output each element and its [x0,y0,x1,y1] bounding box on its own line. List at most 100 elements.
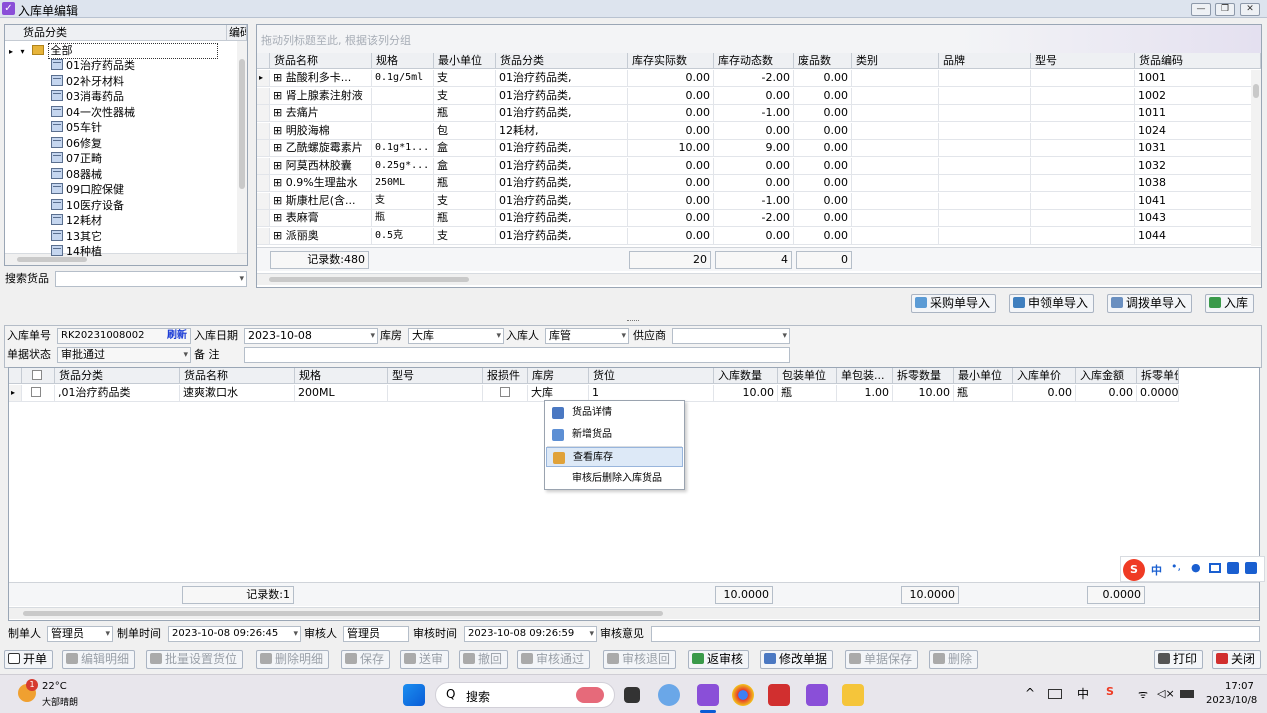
goods-cell[interactable] [939,87,1031,105]
submit-review-button[interactable]: 送审 [400,650,450,669]
tree-item[interactable]: 12耗材 [51,214,102,229]
goods-cell[interactable]: ⊞ 派丽奥 [270,227,372,245]
approve-button[interactable]: 审核通过 [517,650,591,669]
goods-cell[interactable]: ⊞ 乙酰螺旋霉素片 [270,140,372,157]
detail-cell[interactable]: 0.0000 [1137,385,1179,402]
goods-cell[interactable] [939,122,1031,140]
tree-hscroll[interactable] [5,253,247,265]
detail-column-header[interactable]: 拆零单价 [1137,368,1179,384]
goods-cell[interactable]: 支 [434,227,496,245]
goods-cell[interactable]: 01治疗药品类, [496,192,628,210]
goods-column-header[interactable]: 品牌 [939,53,1031,69]
goods-cell[interactable]: 盒 [434,140,496,157]
goods-row[interactable]: ⊞ 斯康杜尼(含... 支支 01治疗药品类, 0.00 -1.00 0.00 1041 [257,192,1251,210]
goods-cell[interactable]: 0.00 [794,227,852,245]
goods-column-header[interactable]: 废品数 [794,53,852,69]
goods-cell[interactable]: 支 [434,192,496,210]
goods-cell[interactable]: 0.00 [714,157,794,175]
goods-cell[interactable] [1031,210,1135,227]
toolbox-icon[interactable] [1245,562,1257,574]
goods-cell[interactable]: 0.00 [714,227,794,245]
person-select[interactable]: 库管 [545,328,629,344]
detail-column-header[interactable]: 拆零数量 [893,368,954,384]
tree-item[interactable]: 05车针 [51,121,102,136]
transfer-import-button[interactable]: 调拨单导入 [1107,294,1193,313]
goods-cell[interactable]: -1.00 [714,192,794,210]
remark-input[interactable] [244,347,790,363]
goods-cell[interactable]: ⊞ 去痛片 [270,105,372,122]
goods-column-header[interactable]: 类别 [852,53,939,69]
goods-cell[interactable] [1031,87,1135,105]
print-button[interactable]: 打印 [1154,650,1204,669]
auditor-field[interactable]: 管理员 [343,626,409,642]
goods-cell[interactable]: 0.00 [628,175,714,192]
ime-punct[interactable]: •, [1171,560,1181,573]
goods-cell[interactable]: 01治疗药品类, [496,140,628,157]
goods-cell[interactable] [1031,192,1135,210]
reject-button[interactable]: 审核退回 [603,650,677,669]
goods-cell[interactable]: 0.1g*1... [372,140,434,157]
detail-cell[interactable]: ,01治疗药品类 [55,385,180,402]
detail-column-header[interactable]: 库房 [528,368,589,384]
tree-item[interactable]: 10医疗设备 [51,198,124,214]
goods-row[interactable]: ⊞ 乙酰螺旋霉素片 0.1g*1... 盒 01治疗药品类, 10.00 9.00 0.00… [257,140,1251,157]
volume-icon[interactable]: ◁× [1157,687,1175,700]
goods-cell[interactable]: ⊞ 盐酸利多卡... [270,70,372,87]
goods-cell[interactable]: 0.00 [794,105,852,122]
goods-cell[interactable] [939,70,1031,87]
goods-cell[interactable]: 包 [434,122,496,140]
goods-cell[interactable]: -2.00 [714,210,794,227]
goods-cell[interactable]: 0.00 [794,140,852,157]
goods-column-header[interactable]: 规格 [372,53,434,69]
ime-toolbar[interactable]: S 中 •, ● [1120,556,1265,582]
tree-item[interactable]: 03消毒药品 [51,90,124,105]
keyboard-icon[interactable] [1209,563,1221,573]
tree-item[interactable]: 08器械 [51,167,102,183]
close-window-button[interactable]: ✕ [1240,3,1260,16]
tree-item[interactable]: 06修复 [51,136,102,152]
detail-hscroll[interactable] [9,607,1259,619]
menu-item-goods-detail[interactable]: 货品详情 [546,403,683,423]
goods-cell[interactable]: 0.00 [794,122,852,140]
goods-cell[interactable]: 12耗材, [496,122,628,140]
tree-scrollbar[interactable] [237,41,247,253]
goods-cell[interactable]: ⊞ 肾上腺素注射液 [270,87,372,105]
goods-cell[interactable] [939,192,1031,210]
group-panel[interactable]: 拖动列标题至此, 根据该列分组 [257,25,1261,53]
goods-cell[interactable] [852,157,939,175]
select-header[interactable] [22,368,55,384]
status-field[interactable]: 审批通过 [57,347,191,363]
goods-cell[interactable] [372,122,434,140]
maker-field[interactable]: 管理员 [47,626,113,642]
tree-item[interactable]: 13其它 [51,229,102,245]
goods-cell[interactable]: 支 [434,70,496,87]
goods-column-header[interactable]: 型号 [1031,53,1135,69]
select-all-checkbox[interactable] [32,370,42,380]
goods-vscroll[interactable] [1251,70,1261,246]
goods-cell[interactable] [939,157,1031,175]
detail-column-header[interactable]: 货品名称 [180,368,295,384]
goods-cell[interactable]: 1024 [1135,123,1251,140]
goods-cell[interactable]: 支 [434,87,496,105]
goods-cell[interactable] [1031,105,1135,122]
goods-cell[interactable] [852,210,939,227]
goods-cell[interactable] [939,227,1031,245]
goods-cell[interactable]: -2.00 [714,70,794,87]
skin-icon[interactable] [1227,562,1239,574]
close-button[interactable]: 关闭 [1212,650,1262,669]
tree-header-code[interactable]: 编码 [227,25,247,41]
refresh-link[interactable]: 刷新 [167,329,187,343]
goods-cell[interactable]: 0.00 [794,70,852,87]
goods-cell[interactable] [939,175,1031,192]
detail-cell[interactable]: 10.00 [893,385,954,402]
goods-cell[interactable] [852,175,939,192]
goods-cell[interactable]: ⊞ 表麻膏 [270,210,372,227]
goods-cell[interactable] [852,105,939,122]
menu-item-new-goods[interactable]: 新增货品 [546,425,683,445]
goods-row[interactable]: ⊞ 0.9%生理盐水 250ML 瓶 01治疗药品类, 0.00 0.00 0.00 1038 [257,175,1251,192]
detail-column-header[interactable]: 货位 [589,368,714,384]
goods-cell[interactable] [852,192,939,210]
chrome-icon[interactable] [732,684,754,706]
tree-item[interactable]: 07正畸 [51,152,102,167]
goods-cell[interactable]: ⊞ 斯康杜尼(含... [270,192,372,210]
